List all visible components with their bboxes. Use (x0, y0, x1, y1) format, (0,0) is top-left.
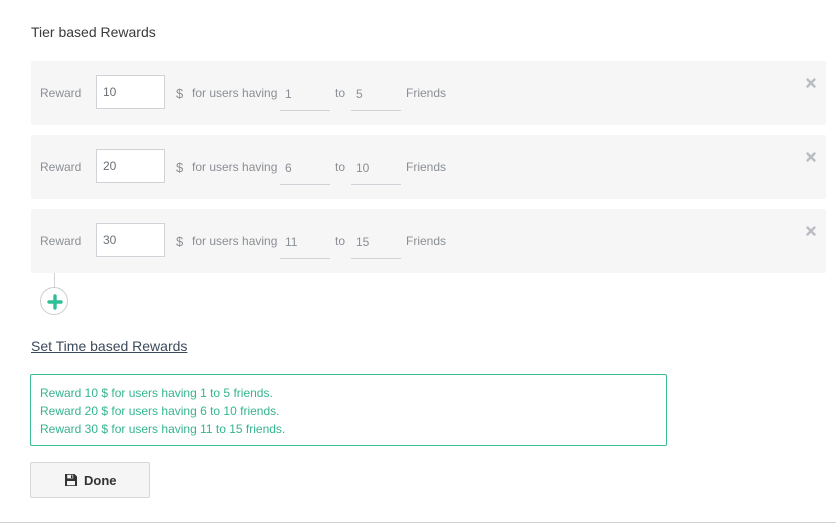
save-icon (65, 474, 77, 486)
friends-from-input[interactable] (280, 225, 330, 259)
reward-label: Reward (40, 160, 82, 174)
reward-amount-input[interactable] (96, 75, 165, 109)
users-having-label: for users having (192, 160, 278, 174)
friends-label: Friends (406, 86, 447, 100)
users-having-label: for users having (192, 86, 278, 100)
tier-row: Reward $ for users having to Friends (31, 135, 826, 199)
friends-label: Friends (406, 234, 447, 248)
plus-icon (47, 294, 63, 310)
friends-from-input[interactable] (280, 77, 330, 111)
currency-label: $ (176, 234, 184, 249)
friends-to-input[interactable] (351, 225, 401, 259)
reward-label: Reward (40, 234, 82, 248)
friends-to-input[interactable] (351, 151, 401, 185)
to-label: to (335, 86, 346, 100)
reward-amount-input[interactable] (96, 149, 165, 183)
rewards-summary: Reward 10 $ for users having 1 to 5 frie… (30, 374, 667, 446)
bottom-divider (0, 522, 836, 523)
summary-line: Reward 10 $ for users having 1 to 5 frie… (40, 386, 273, 400)
to-label: to (335, 160, 346, 174)
reward-amount-input[interactable] (96, 223, 165, 257)
add-tier-button[interactable] (40, 287, 68, 315)
done-button[interactable]: Done (30, 462, 150, 498)
close-icon[interactable] (805, 76, 817, 88)
reward-label: Reward (40, 86, 82, 100)
done-label: Done (84, 473, 117, 488)
users-having-label: for users having (192, 234, 278, 248)
currency-label: $ (176, 86, 184, 101)
friends-to-input[interactable] (351, 77, 401, 111)
section-title: Tier based Rewards (31, 24, 156, 40)
close-icon[interactable] (805, 224, 817, 236)
tier-row: Reward $ for users having to Friends (31, 209, 826, 273)
summary-line: Reward 30 $ for users having 11 to 15 fr… (40, 422, 286, 436)
friends-from-input[interactable] (280, 151, 330, 185)
set-time-rewards-link[interactable]: Set Time based Rewards (31, 338, 187, 354)
currency-label: $ (176, 160, 184, 175)
close-icon[interactable] (805, 150, 817, 162)
to-label: to (335, 234, 346, 248)
friends-label: Friends (406, 160, 447, 174)
summary-line: Reward 20 $ for users having 6 to 10 fri… (40, 404, 280, 418)
tier-row: Reward $ for users having to Friends (31, 61, 826, 125)
